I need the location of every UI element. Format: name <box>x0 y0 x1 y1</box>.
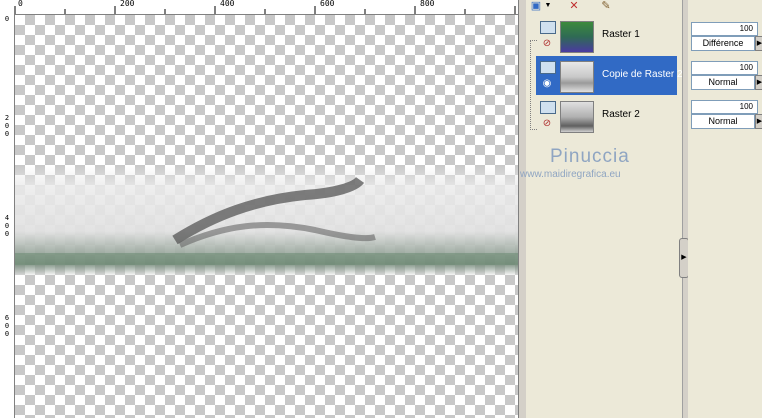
layer-name: Copie de Raster 2 <box>602 69 683 80</box>
ruler-label: 0 <box>4 230 10 238</box>
eye-icon[interactable]: ◉ <box>540 79 554 89</box>
layer-props-row: 100 ◢ Normal ▶ <box>691 98 762 132</box>
ruler-label: 0 <box>4 322 10 330</box>
layer-name: Raster 1 <box>602 29 640 40</box>
ruler-left: 0 2 0 0 4 0 0 6 0 0 <box>0 14 15 418</box>
layer-name: Raster 2 <box>602 109 640 120</box>
ruler-label: 0 <box>4 15 10 23</box>
delete-layer-icon[interactable]: ✕ <box>566 0 582 12</box>
blend-mode-select[interactable]: Normal <box>691 114 755 129</box>
ruler-label: 0 <box>4 122 10 130</box>
layer-row-copie-de-raster-2[interactable]: ◉ Copie de Raster 2 <box>536 56 683 95</box>
opacity-slider[interactable]: 100 <box>691 22 758 36</box>
layer-thumbnail <box>560 61 594 93</box>
opacity-value: 100 <box>739 102 753 111</box>
layer-props-row: 100 ◢ Normal ▶ <box>691 59 762 93</box>
ruler-label: 0 <box>4 330 10 338</box>
stairway-illustration <box>15 176 518 265</box>
new-layer-icon[interactable]: ▣ <box>528 0 544 12</box>
layer-visible-icon[interactable] <box>540 101 556 114</box>
brush-icon[interactable]: ✎ <box>598 0 614 12</box>
watermark-name: Pinuccia <box>550 146 630 167</box>
layer-properties-column: 100 ◢ Différence ▶ 100 ◢ Normal ▶ 100 ◢ … <box>688 0 762 418</box>
watermark-url: www.maidiregrafica.eu <box>520 169 621 180</box>
opacity-value: 100 <box>739 24 753 33</box>
layer-visible-icon[interactable] <box>540 61 556 74</box>
ruler-label: 2 <box>4 114 10 122</box>
ruler-label: 0 <box>4 222 10 230</box>
opacity-slider[interactable]: 100 <box>691 61 758 75</box>
ruler-top-ticks <box>14 6 516 14</box>
layer-hidden-icon[interactable]: ⊘ <box>540 119 554 129</box>
layer-props-row: 100 ◢ Différence ▶ <box>691 20 762 54</box>
ruler-label: 6 <box>4 314 10 322</box>
blend-dropdown-icon[interactable]: ▶ <box>755 36 762 51</box>
layer-row-raster-2[interactable]: ⊘ Raster 2 <box>536 96 677 135</box>
layer-row-raster-1[interactable]: ⊘ Raster 1 <box>536 16 677 55</box>
blend-dropdown-icon[interactable]: ▶ <box>755 75 762 90</box>
layer-thumbnail <box>560 101 594 133</box>
blend-mode-select[interactable]: Différence <box>691 36 755 51</box>
layer-hidden-icon[interactable]: ⊘ <box>540 39 554 49</box>
layers-toolbar: ▣ ▼ ✕ ✎ <box>526 0 682 14</box>
ruler-top: 0 200 400 600 800 <box>0 0 518 15</box>
layer-thumbnail <box>560 21 594 53</box>
blend-dropdown-icon[interactable]: ▶ <box>755 114 762 129</box>
dropdown-arrow-icon[interactable]: ▼ <box>544 0 552 12</box>
image-canvas[interactable] <box>15 15 518 418</box>
ruler-label: 4 <box>4 214 10 222</box>
blend-mode-select[interactable]: Normal <box>691 75 755 90</box>
opacity-slider[interactable]: 100 <box>691 100 758 114</box>
opacity-value: 100 <box>739 63 753 72</box>
layer-visible-icon[interactable] <box>540 21 556 34</box>
ruler-label: 0 <box>4 130 10 138</box>
layers-palette: ▣ ▼ ✕ ✎ ⊘ Raster 1 ◉ Copie de Raster 2 ⊘… <box>520 0 683 418</box>
